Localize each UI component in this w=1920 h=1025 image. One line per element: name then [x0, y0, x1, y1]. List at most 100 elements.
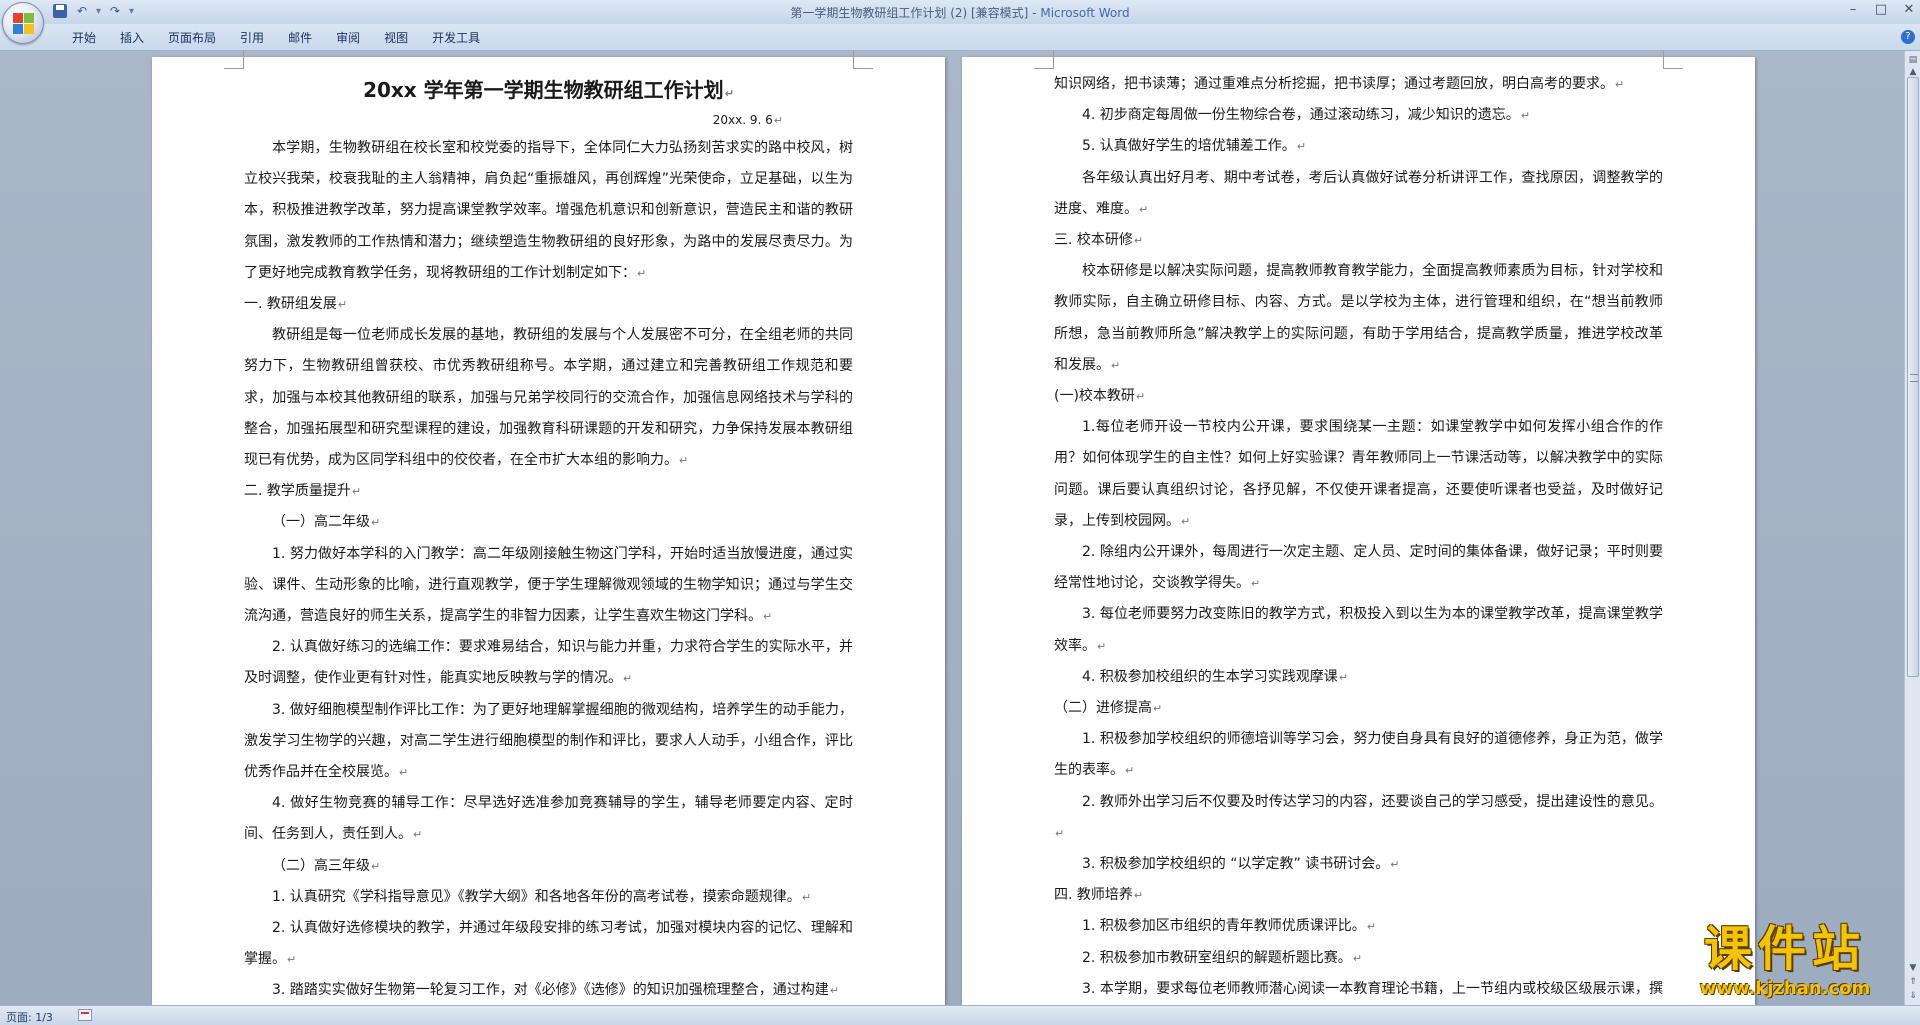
- close-button[interactable]: ✕: [1902, 2, 1916, 17]
- page-indicator[interactable]: 页面: 1/3: [6, 1009, 53, 1025]
- paragraph-text: 1. 积极参加区市组织的青年教师优质课评比。: [1082, 918, 1366, 935]
- paragraph: (一)校本教研↵: [1054, 381, 1663, 412]
- tab-insert[interactable]: 插入: [108, 30, 156, 46]
- paragraph-text: 2. 认真做好练习的选编工作：要求难易结合，知识与能力并重，力求符合学生的实际水…: [244, 639, 853, 687]
- paragraph-mark-icon: ↵: [337, 298, 348, 312]
- paragraph-text: 1. 努力做好本学科的入门教学：高二年级刚接触生物这门学科，开始时适当放慢进度，…: [244, 545, 853, 625]
- document-workspace: 20xx 学年第一学期生物教研组工作计划↵ 20xx. 9. 6↵ 本学期，生物…: [0, 51, 1904, 1005]
- paragraph-text: 校本研修是以解决实际问题，提高教师教育教学能力，全面提高教师素质为目标，针对学校…: [1054, 263, 1663, 373]
- paragraph-mark-icon: ↵: [1055, 826, 1065, 840]
- paragraph-mark-icon: ↵: [801, 890, 812, 904]
- paragraph-mark-icon: ↵: [413, 828, 423, 842]
- tab-view[interactable]: 视图: [372, 30, 420, 46]
- tab-mailings[interactable]: 邮件: [276, 30, 324, 46]
- paragraph-mark-icon: ↵: [679, 454, 689, 468]
- paragraph: 1.每位老师开设一节校内公开课，要求围绕某一主题：如课堂教学中如何发挥小组合作的…: [1054, 412, 1663, 537]
- watermark-url: www.kjzhan.com: [1699, 978, 1871, 999]
- office-logo-icon: [13, 13, 34, 34]
- paragraph: 教研组是每一位老师成长发展的基地，教研组的发展与个人发展密不可分，在全组老师的共…: [244, 320, 853, 476]
- scroll-down-icon[interactable]: ▼: [1906, 961, 1920, 975]
- window-title: 第一学期生物教研组工作计划 (2) [兼容模式] - Microsoft Wor…: [0, 4, 1920, 21]
- tab-developer[interactable]: 开发工具: [420, 30, 492, 46]
- page-2-content: 知识网络，把书读薄；通过重难点分析挖掘，把书读厚；通过考题回放，明白高考的要求。…: [1054, 69, 1663, 1005]
- paragraph-mark-icon: ↵: [1251, 577, 1261, 591]
- paragraph-mark-icon: ↵: [351, 485, 362, 499]
- paragraph: 3. 本学期，要求每位老师教师潜心阅读一本教育理论书籍，上一节组内或校级区级展示…: [1054, 974, 1663, 1005]
- paragraph-text: 本学期，生物教研组在校长室和校党委的指导下，全体同仁大力弘扬刻苦求实的路中校风，…: [244, 140, 853, 281]
- office-button[interactable]: [2, 2, 44, 44]
- ribbon: 开始 插入 页面布局 引用 邮件 审阅 视图 开发工具 ?: [0, 24, 1920, 51]
- tab-home[interactable]: 开始: [60, 30, 108, 46]
- paragraph: 2. 认真做好选修模块的教学，并通过年级段安排的练习考试，加强对模块内容的记忆、…: [244, 913, 853, 975]
- paragraph-text: （二）高三年级: [272, 857, 370, 874]
- vertical-scrollbar[interactable]: ▤ ▲ ▼ ⇑ ⇓: [1904, 51, 1920, 1005]
- margin-corner-mark: [1034, 51, 1054, 69]
- paragraph-mark-icon: ↵: [371, 516, 381, 530]
- tab-review[interactable]: 审阅: [324, 30, 372, 46]
- paragraph-text: (一)校本教研: [1054, 388, 1135, 405]
- paragraph: 3. 踏踏实实做好生物第一轮复习工作，对《必修》《选修》的知识加强梳理整合，通过…: [244, 975, 853, 1005]
- paragraph-text: 3. 积极参加学校组织的 “以学定教” 读书研讨会。: [1082, 856, 1390, 873]
- window-controls: – □ ✕: [1846, 2, 1916, 17]
- paragraph: 4. 积极参加校组织的生本学习实践观摩课↵: [1054, 662, 1663, 693]
- title-separator: -: [1028, 6, 1041, 20]
- help-icon[interactable]: ?: [1901, 30, 1915, 44]
- next-page-icon[interactable]: ⇓: [1906, 989, 1920, 1003]
- margin-corner-mark: [853, 51, 873, 69]
- paragraph-mark-icon: ↵: [1111, 358, 1121, 372]
- paragraph-mark-icon: ↵: [1366, 920, 1377, 934]
- page-2[interactable]: 知识网络，把书读薄；通过重难点分析挖掘，把书读厚；通过考题回放，明白高考的要求。…: [962, 51, 1755, 1005]
- paragraph-mark-icon: ↵: [763, 610, 773, 624]
- paragraph-text: 2. 教师外出学习后不仅要及时传达学习的内容，还要谈自己的学习感受，提出建设性的…: [1082, 793, 1663, 810]
- maximize-button[interactable]: □: [1874, 2, 1888, 17]
- paragraph-mark-icon: ↵: [1390, 858, 1400, 872]
- paragraph: 各年级认真出好月考、期中考试卷，考后认真做好试卷分析讲评工作，查找原因，调整教学…: [1054, 163, 1663, 225]
- paragraph-mark-icon: ↵: [1139, 202, 1149, 216]
- paragraph-text: 一. 教研组发展: [244, 296, 337, 313]
- scroll-thumb[interactable]: [1907, 77, 1919, 677]
- paragraph-text: 3. 本学期，要求每位老师教师潜心阅读一本教育理论书籍，上一节组内或校级区级展示…: [1082, 980, 1663, 997]
- status-bar: 页面: 1/3: [0, 1005, 1920, 1025]
- paragraph-mark-icon: ↵: [371, 859, 381, 873]
- paragraph: 3. 做好细胞模型制作评比工作：为了更好地理解掌握细胞的微观结构，培养学生的动手…: [244, 695, 853, 789]
- right-page-paragraphs: 知识网络，把书读薄；通过重难点分析挖掘，把书读厚；通过考题回放，明白高考的要求。…: [1054, 69, 1663, 1005]
- page-1-content: 20xx 学年第一学期生物教研组工作计划↵ 20xx. 9. 6↵ 本学期，生物…: [244, 75, 853, 1005]
- paragraph-text: 3. 做好细胞模型制作评比工作：为了更好地理解掌握细胞的微观结构，培养学生的动手…: [244, 701, 853, 781]
- paragraph-mark-icon: ↵: [1133, 234, 1144, 248]
- proofing-icon[interactable]: [78, 1009, 92, 1021]
- paragraph-text: 3. 每位老师要努力改变陈旧的教学方式，积极投入到以生为本的课堂教学改革，提高课…: [1054, 606, 1663, 654]
- paragraph-text: 4. 做好生物竞赛的辅导工作：尽早选好选准参加竞赛辅导的学生，辅导老师要定内容、…: [244, 795, 853, 843]
- tab-references[interactable]: 引用: [228, 30, 276, 46]
- paragraph-mark-icon: ↵: [637, 266, 647, 280]
- previous-page-icon[interactable]: ⇑: [1906, 975, 1920, 989]
- paragraph-mark-icon: ↵: [1352, 951, 1363, 965]
- paragraph: 二. 教学质量提升↵: [244, 476, 853, 507]
- paragraph-text: 1.每位老师开设一节校内公开课，要求围绕某一主题：如课堂教学中如何发挥小组合作的…: [1054, 419, 1663, 529]
- paragraph-text: （一）高二年级: [272, 514, 370, 531]
- paragraph: （二）进修提高↵: [1054, 693, 1663, 724]
- paragraph-mark-icon: ↵: [287, 953, 297, 967]
- paragraph-text: 知识网络，把书读薄；通过重难点分析挖掘，把书读厚；通过考题回放，明白高考的要求。: [1054, 76, 1614, 92]
- minimize-button[interactable]: –: [1846, 2, 1860, 17]
- paragraph: 2. 除组内公开课外，每周进行一次定主题、定人员、定时间的集体备课，做好记录；平…: [1054, 537, 1663, 599]
- paragraph-mark-icon: ↵: [399, 766, 409, 780]
- page-1[interactable]: 20xx 学年第一学期生物教研组工作计划↵ 20xx. 9. 6↵ 本学期，生物…: [152, 51, 945, 1005]
- paragraph: 4. 做好生物竞赛的辅导工作：尽早选好选准参加竞赛辅导的学生，辅导老师要定内容、…: [244, 788, 853, 850]
- paragraph-text: 1. 积极参加学校组织的师德培训等学习会，努力使自身具有良好的道德修养，身正为范…: [1054, 731, 1663, 779]
- paragraph-text: 3. 踏踏实实做好生物第一轮复习工作，对《必修》《选修》的知识加强梳理整合，通过…: [272, 982, 829, 999]
- paragraph: 校本研修是以解决实际问题，提高教师教育教学能力，全面提高教师素质为目标，针对学校…: [1054, 256, 1663, 381]
- paragraph-mark-icon: ↵: [1135, 390, 1146, 404]
- paragraph-text: 4. 积极参加校组织的生本学习实践观摩课: [1082, 668, 1338, 685]
- title-bar: ↶ ▾ ↷ ▾ 第一学期生物教研组工作计划 (2) [兼容模式] - Micro…: [0, 0, 1920, 44]
- paragraph-mark-icon: ↵: [829, 984, 840, 998]
- document-title: 20xx 学年第一学期生物教研组工作计划↵: [363, 78, 734, 102]
- paragraph-mark-icon: ↵: [1338, 670, 1349, 684]
- paragraph: 四. 教师培养↵: [1054, 880, 1663, 911]
- paragraph: 1. 努力做好本学科的入门教学：高二年级刚接触生物这门学科，开始时适当放慢进度，…: [244, 539, 853, 633]
- paragraph: 本学期，生物教研组在校长室和校党委的指导下，全体同仁大力弘扬刻苦求实的路中校风，…: [244, 133, 853, 289]
- paragraph: 2. 教师外出学习后不仅要及时传达学习的内容，还要谈自己的学习感受，提出建设性的…: [1054, 787, 1663, 849]
- tab-page-layout[interactable]: 页面布局: [156, 30, 228, 46]
- left-page-paragraphs: 本学期，生物教研组在校长室和校党委的指导下，全体同仁大力弘扬刻苦求实的路中校风，…: [244, 133, 853, 1005]
- paragraph-text: 教研组是每一位老师成长发展的基地，教研组的发展与个人发展密不可分，在全组老师的共…: [244, 327, 853, 469]
- paragraph: 一. 教研组发展↵: [244, 289, 853, 320]
